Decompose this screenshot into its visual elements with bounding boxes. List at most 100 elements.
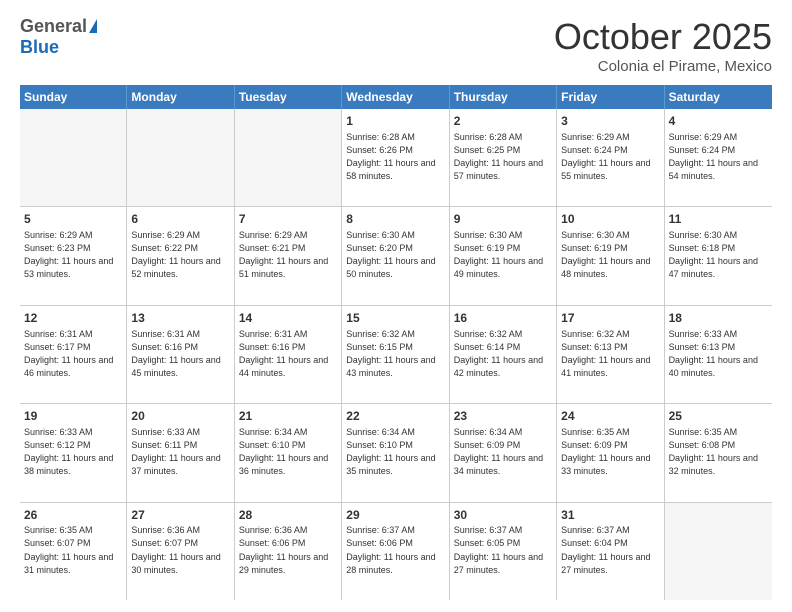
calendar-cell: 21Sunrise: 6:34 AMSunset: 6:10 PMDayligh… [235, 404, 342, 501]
day-info: Sunrise: 6:30 AMSunset: 6:19 PMDaylight:… [561, 229, 659, 281]
day-number: 21 [239, 408, 337, 425]
calendar-cell: 22Sunrise: 6:34 AMSunset: 6:10 PMDayligh… [342, 404, 449, 501]
day-info: Sunrise: 6:33 AMSunset: 6:12 PMDaylight:… [24, 426, 122, 478]
day-number: 28 [239, 507, 337, 524]
calendar-cell: 30Sunrise: 6:37 AMSunset: 6:05 PMDayligh… [450, 503, 557, 600]
day-info: Sunrise: 6:37 AMSunset: 6:04 PMDaylight:… [561, 524, 659, 576]
day-number: 9 [454, 211, 552, 228]
calendar-week: 26Sunrise: 6:35 AMSunset: 6:07 PMDayligh… [20, 503, 772, 600]
day-number: 31 [561, 507, 659, 524]
calendar-cell: 6Sunrise: 6:29 AMSunset: 6:22 PMDaylight… [127, 207, 234, 304]
calendar-cell: 2Sunrise: 6:28 AMSunset: 6:25 PMDaylight… [450, 109, 557, 206]
day-number: 26 [24, 507, 122, 524]
day-number: 20 [131, 408, 229, 425]
month-title: October 2025 [554, 16, 772, 58]
day-info: Sunrise: 6:37 AMSunset: 6:05 PMDaylight:… [454, 524, 552, 576]
day-number: 15 [346, 310, 444, 327]
day-info: Sunrise: 6:31 AMSunset: 6:16 PMDaylight:… [239, 328, 337, 380]
calendar-cell: 28Sunrise: 6:36 AMSunset: 6:06 PMDayligh… [235, 503, 342, 600]
calendar-cell: 5Sunrise: 6:29 AMSunset: 6:23 PMDaylight… [20, 207, 127, 304]
day-info: Sunrise: 6:34 AMSunset: 6:10 PMDaylight:… [346, 426, 444, 478]
day-number: 29 [346, 507, 444, 524]
day-number: 2 [454, 113, 552, 130]
calendar-cell: 31Sunrise: 6:37 AMSunset: 6:04 PMDayligh… [557, 503, 664, 600]
day-info: Sunrise: 6:32 AMSunset: 6:14 PMDaylight:… [454, 328, 552, 380]
day-info: Sunrise: 6:35 AMSunset: 6:07 PMDaylight:… [24, 524, 122, 576]
calendar-cell [235, 109, 342, 206]
calendar-header-cell: Sunday [20, 85, 127, 109]
calendar-cell: 20Sunrise: 6:33 AMSunset: 6:11 PMDayligh… [127, 404, 234, 501]
day-info: Sunrise: 6:34 AMSunset: 6:10 PMDaylight:… [239, 426, 337, 478]
day-number: 22 [346, 408, 444, 425]
day-number: 8 [346, 211, 444, 228]
day-number: 14 [239, 310, 337, 327]
day-number: 18 [669, 310, 768, 327]
calendar-cell: 27Sunrise: 6:36 AMSunset: 6:07 PMDayligh… [127, 503, 234, 600]
header: General Blue October 2025 Colonia el Pir… [20, 16, 772, 75]
day-info: Sunrise: 6:30 AMSunset: 6:18 PMDaylight:… [669, 229, 768, 281]
calendar-cell: 9Sunrise: 6:30 AMSunset: 6:19 PMDaylight… [450, 207, 557, 304]
day-info: Sunrise: 6:33 AMSunset: 6:13 PMDaylight:… [669, 328, 768, 380]
calendar-cell: 12Sunrise: 6:31 AMSunset: 6:17 PMDayligh… [20, 306, 127, 403]
calendar-cell: 10Sunrise: 6:30 AMSunset: 6:19 PMDayligh… [557, 207, 664, 304]
logo-triangle-icon [89, 19, 97, 33]
title-block: October 2025 Colonia el Pirame, Mexico [554, 16, 772, 75]
day-number: 19 [24, 408, 122, 425]
calendar-cell: 4Sunrise: 6:29 AMSunset: 6:24 PMDaylight… [665, 109, 772, 206]
day-number: 11 [669, 211, 768, 228]
day-info: Sunrise: 6:29 AMSunset: 6:23 PMDaylight:… [24, 229, 122, 281]
calendar-week: 5Sunrise: 6:29 AMSunset: 6:23 PMDaylight… [20, 207, 772, 305]
day-number: 7 [239, 211, 337, 228]
page: General Blue October 2025 Colonia el Pir… [0, 0, 792, 612]
calendar-cell: 1Sunrise: 6:28 AMSunset: 6:26 PMDaylight… [342, 109, 449, 206]
calendar-cell [127, 109, 234, 206]
calendar-cell [665, 503, 772, 600]
day-info: Sunrise: 6:31 AMSunset: 6:17 PMDaylight:… [24, 328, 122, 380]
calendar-cell: 25Sunrise: 6:35 AMSunset: 6:08 PMDayligh… [665, 404, 772, 501]
day-info: Sunrise: 6:34 AMSunset: 6:09 PMDaylight:… [454, 426, 552, 478]
day-number: 17 [561, 310, 659, 327]
calendar-cell: 8Sunrise: 6:30 AMSunset: 6:20 PMDaylight… [342, 207, 449, 304]
calendar-cell: 24Sunrise: 6:35 AMSunset: 6:09 PMDayligh… [557, 404, 664, 501]
calendar-body: 1Sunrise: 6:28 AMSunset: 6:26 PMDaylight… [20, 109, 772, 600]
calendar-cell: 7Sunrise: 6:29 AMSunset: 6:21 PMDaylight… [235, 207, 342, 304]
calendar-header-cell: Thursday [450, 85, 557, 109]
day-info: Sunrise: 6:30 AMSunset: 6:20 PMDaylight:… [346, 229, 444, 281]
day-number: 6 [131, 211, 229, 228]
calendar-cell: 29Sunrise: 6:37 AMSunset: 6:06 PMDayligh… [342, 503, 449, 600]
day-number: 3 [561, 113, 659, 130]
day-info: Sunrise: 6:29 AMSunset: 6:21 PMDaylight:… [239, 229, 337, 281]
day-number: 5 [24, 211, 122, 228]
calendar-cell [20, 109, 127, 206]
day-number: 16 [454, 310, 552, 327]
calendar-cell: 18Sunrise: 6:33 AMSunset: 6:13 PMDayligh… [665, 306, 772, 403]
logo-general-text: General [20, 16, 87, 37]
day-info: Sunrise: 6:28 AMSunset: 6:26 PMDaylight:… [346, 131, 444, 183]
day-info: Sunrise: 6:29 AMSunset: 6:24 PMDaylight:… [561, 131, 659, 183]
day-number: 30 [454, 507, 552, 524]
calendar-cell: 19Sunrise: 6:33 AMSunset: 6:12 PMDayligh… [20, 404, 127, 501]
calendar-cell: 15Sunrise: 6:32 AMSunset: 6:15 PMDayligh… [342, 306, 449, 403]
calendar-header-cell: Saturday [665, 85, 772, 109]
day-info: Sunrise: 6:32 AMSunset: 6:13 PMDaylight:… [561, 328, 659, 380]
logo: General Blue [20, 16, 97, 58]
day-number: 25 [669, 408, 768, 425]
day-info: Sunrise: 6:35 AMSunset: 6:09 PMDaylight:… [561, 426, 659, 478]
calendar-header-cell: Friday [557, 85, 664, 109]
calendar-header-cell: Wednesday [342, 85, 449, 109]
day-info: Sunrise: 6:36 AMSunset: 6:06 PMDaylight:… [239, 524, 337, 576]
logo-blue-text: Blue [20, 37, 59, 58]
calendar-cell: 14Sunrise: 6:31 AMSunset: 6:16 PMDayligh… [235, 306, 342, 403]
day-number: 27 [131, 507, 229, 524]
day-info: Sunrise: 6:31 AMSunset: 6:16 PMDaylight:… [131, 328, 229, 380]
day-number: 4 [669, 113, 768, 130]
calendar-header-row: SundayMondayTuesdayWednesdayThursdayFrid… [20, 85, 772, 109]
calendar-cell: 16Sunrise: 6:32 AMSunset: 6:14 PMDayligh… [450, 306, 557, 403]
day-info: Sunrise: 6:29 AMSunset: 6:22 PMDaylight:… [131, 229, 229, 281]
calendar-header-cell: Monday [127, 85, 234, 109]
calendar-cell: 23Sunrise: 6:34 AMSunset: 6:09 PMDayligh… [450, 404, 557, 501]
calendar-cell: 11Sunrise: 6:30 AMSunset: 6:18 PMDayligh… [665, 207, 772, 304]
calendar-week: 19Sunrise: 6:33 AMSunset: 6:12 PMDayligh… [20, 404, 772, 502]
day-number: 23 [454, 408, 552, 425]
day-info: Sunrise: 6:30 AMSunset: 6:19 PMDaylight:… [454, 229, 552, 281]
